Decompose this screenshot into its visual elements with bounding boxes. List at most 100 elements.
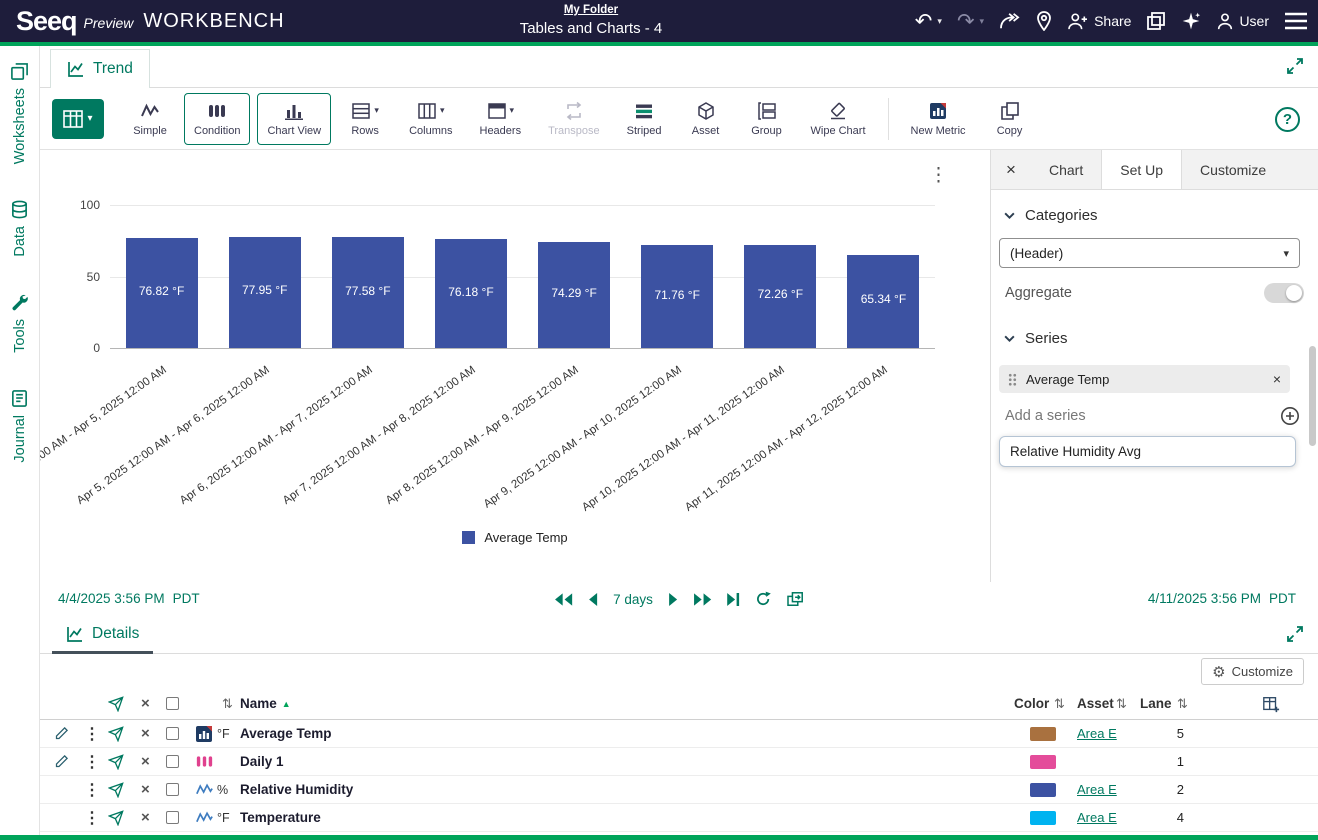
auto-update-button[interactable] <box>755 591 771 607</box>
toolbar-button-asset[interactable]: Asset <box>679 93 733 145</box>
hamburger-menu-button[interactable] <box>1284 12 1308 30</box>
restore-forward-button[interactable] <box>999 12 1021 30</box>
share-button[interactable]: Share <box>1067 12 1131 30</box>
tab-set-up[interactable]: Set Up <box>1101 150 1182 189</box>
edit-pencil-icon[interactable] <box>54 748 69 775</box>
undo-button[interactable]: ↶▾ <box>915 11 942 32</box>
toolbar-button-headers[interactable]: ▾ Headers <box>470 93 532 145</box>
toolbar-button-columns[interactable]: ▾ Columns <box>399 93 462 145</box>
select-all-checkbox[interactable] <box>166 688 179 719</box>
color-swatch[interactable] <box>1030 811 1056 825</box>
panel-scrollbar[interactable] <box>1309 346 1316 446</box>
tab-trend[interactable]: Trend <box>50 49 150 88</box>
send-rocket-icon[interactable] <box>108 688 124 719</box>
ai-assistant-button[interactable] <box>1181 11 1201 31</box>
row-checkbox[interactable] <box>166 748 179 775</box>
name-sort-icon[interactable]: ⇅ <box>222 688 233 719</box>
drag-handle-icon[interactable] <box>1008 373 1017 386</box>
more-options-icon[interactable]: ⋮ <box>84 720 100 747</box>
item-name[interactable]: Temperature <box>240 804 321 831</box>
sidebar-item-tools[interactable]: Tools <box>10 293 29 353</box>
column-header-lane[interactable]: Lane <box>1140 688 1172 719</box>
plus-circle-icon[interactable] <box>1280 406 1300 426</box>
color-swatch[interactable] <box>1030 755 1056 769</box>
tab-details[interactable]: Details <box>52 617 153 654</box>
asset-link[interactable]: Area E <box>1077 782 1117 797</box>
sidebar-item-journal[interactable]: Journal <box>10 389 29 463</box>
details-expand-button[interactable] <box>1286 625 1304 648</box>
asset-sort-icon[interactable]: ⇅ <box>1116 688 1127 719</box>
chart-legend[interactable]: Average Temp <box>40 530 990 545</box>
range-start[interactable]: 4/4/2025 3:56 PM PDT <box>58 591 200 606</box>
aggregate-toggle[interactable] <box>1264 283 1304 303</box>
column-header-color[interactable]: Color <box>1014 688 1049 719</box>
more-options-icon[interactable]: ⋮ <box>84 804 100 831</box>
range-duration[interactable]: 7 days <box>613 592 653 607</box>
tab-chart[interactable]: Chart <box>1031 150 1101 189</box>
step-forward-half-button[interactable] <box>668 593 678 606</box>
column-header-asset[interactable]: Asset <box>1077 688 1114 719</box>
panel-close-button[interactable]: × <box>991 150 1031 189</box>
toolbar-button-condition[interactable]: Condition <box>184 93 250 145</box>
toolbar-button-simple[interactable]: Simple <box>123 93 177 145</box>
asset-link[interactable]: Area E <box>1077 810 1117 825</box>
step-forward-full-button[interactable] <box>693 593 712 606</box>
series-section-header[interactable]: Series <box>991 313 1318 355</box>
step-back-full-button[interactable] <box>554 593 573 606</box>
remove-icon[interactable]: × <box>141 748 150 775</box>
step-back-half-button[interactable] <box>588 593 598 606</box>
remove-icon[interactable]: × <box>141 720 150 747</box>
copy-range-button[interactable] <box>786 591 804 607</box>
user-menu-button[interactable]: User <box>1216 12 1269 30</box>
redo-button[interactable]: ↷▾ <box>957 11 984 32</box>
send-rocket-icon[interactable] <box>108 804 124 831</box>
toolbar-button-rows[interactable]: ▾ Rows <box>338 93 392 145</box>
send-rocket-icon[interactable] <box>108 748 124 775</box>
row-checkbox[interactable] <box>166 720 179 747</box>
tab-customize[interactable]: Customize <box>1182 150 1284 189</box>
row-checkbox[interactable] <box>166 776 179 803</box>
table-mode-button[interactable]: ▾ <box>52 99 104 139</box>
range-end[interactable]: 4/11/2025 3:56 PM PDT <box>1148 591 1296 606</box>
toolbar-button-copy[interactable]: Copy <box>983 93 1037 145</box>
go-to-now-button[interactable] <box>727 593 740 606</box>
color-sort-icon[interactable]: ⇅ <box>1054 688 1065 719</box>
remove-series-icon[interactable]: × <box>1273 371 1281 387</box>
series-item-average-temp[interactable]: Average Temp × <box>999 365 1290 393</box>
asset-link[interactable]: Area E <box>1077 726 1117 741</box>
sidebar-item-worksheets[interactable]: Worksheets <box>10 62 29 164</box>
item-name[interactable]: Average Temp <box>240 720 332 747</box>
remove-icon[interactable]: × <box>141 804 150 831</box>
toolbar-button-new-metric[interactable]: New Metric <box>901 93 976 145</box>
color-swatch[interactable] <box>1030 783 1056 797</box>
add-column-icon[interactable] <box>1262 688 1280 719</box>
item-name[interactable]: Daily 1 <box>240 748 284 775</box>
categories-section-header[interactable]: Categories <box>991 190 1318 232</box>
send-rocket-icon[interactable] <box>108 776 124 803</box>
details-customize-button[interactable]: ⚙︎ Customize <box>1201 658 1304 685</box>
remove-icon[interactable]: × <box>141 776 150 803</box>
color-swatch[interactable] <box>1030 727 1056 741</box>
help-button[interactable]: ? <box>1275 107 1300 132</box>
chart-kebab-menu[interactable]: ⋮ <box>929 164 948 187</box>
more-options-icon[interactable]: ⋮ <box>84 748 100 775</box>
remove-all-icon[interactable]: × <box>141 688 150 719</box>
lane-sort-icon[interactable]: ⇅ <box>1177 688 1188 719</box>
toolbar-button-chart-view[interactable]: Chart View <box>257 93 331 145</box>
item-name[interactable]: Relative Humidity <box>240 776 353 803</box>
send-rocket-icon[interactable] <box>108 720 124 747</box>
trend-expand-button[interactable] <box>1286 57 1304 80</box>
series-search-input[interactable] <box>999 436 1296 467</box>
row-checkbox[interactable] <box>166 804 179 831</box>
more-options-icon[interactable]: ⋮ <box>84 776 100 803</box>
column-header-name[interactable]: Name▲ <box>240 688 291 719</box>
header-category-select[interactable]: (Header) ▾ <box>999 238 1300 268</box>
sidebar-item-data[interactable]: Data <box>10 200 29 257</box>
toolbar-button-striped[interactable]: Striped <box>617 93 672 145</box>
location-pin-button[interactable] <box>1036 11 1052 31</box>
breadcrumb-folder-link[interactable]: My Folder <box>564 4 618 16</box>
edit-pencil-icon[interactable] <box>54 720 69 747</box>
toolbar-button-group[interactable]: Group <box>740 93 794 145</box>
toolbar-button-wipe-chart[interactable]: Wipe Chart <box>801 93 876 145</box>
presentation-windows-button[interactable] <box>1146 11 1166 31</box>
